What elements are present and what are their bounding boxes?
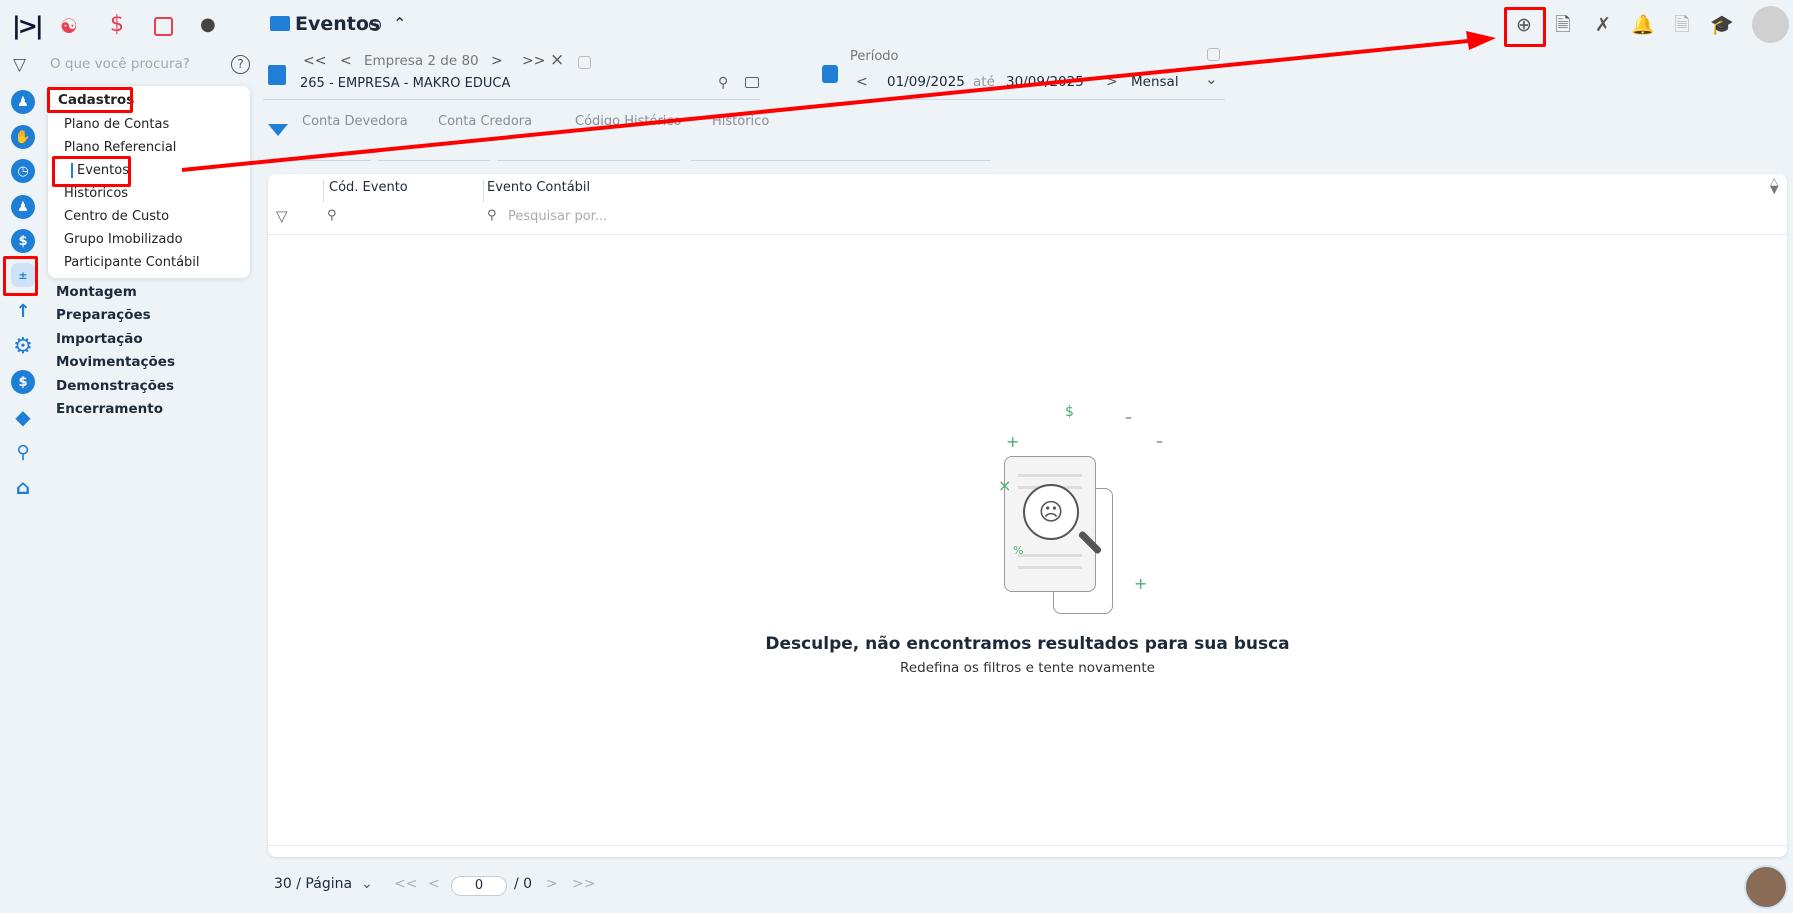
annotation-arrow <box>181 31 1496 172</box>
